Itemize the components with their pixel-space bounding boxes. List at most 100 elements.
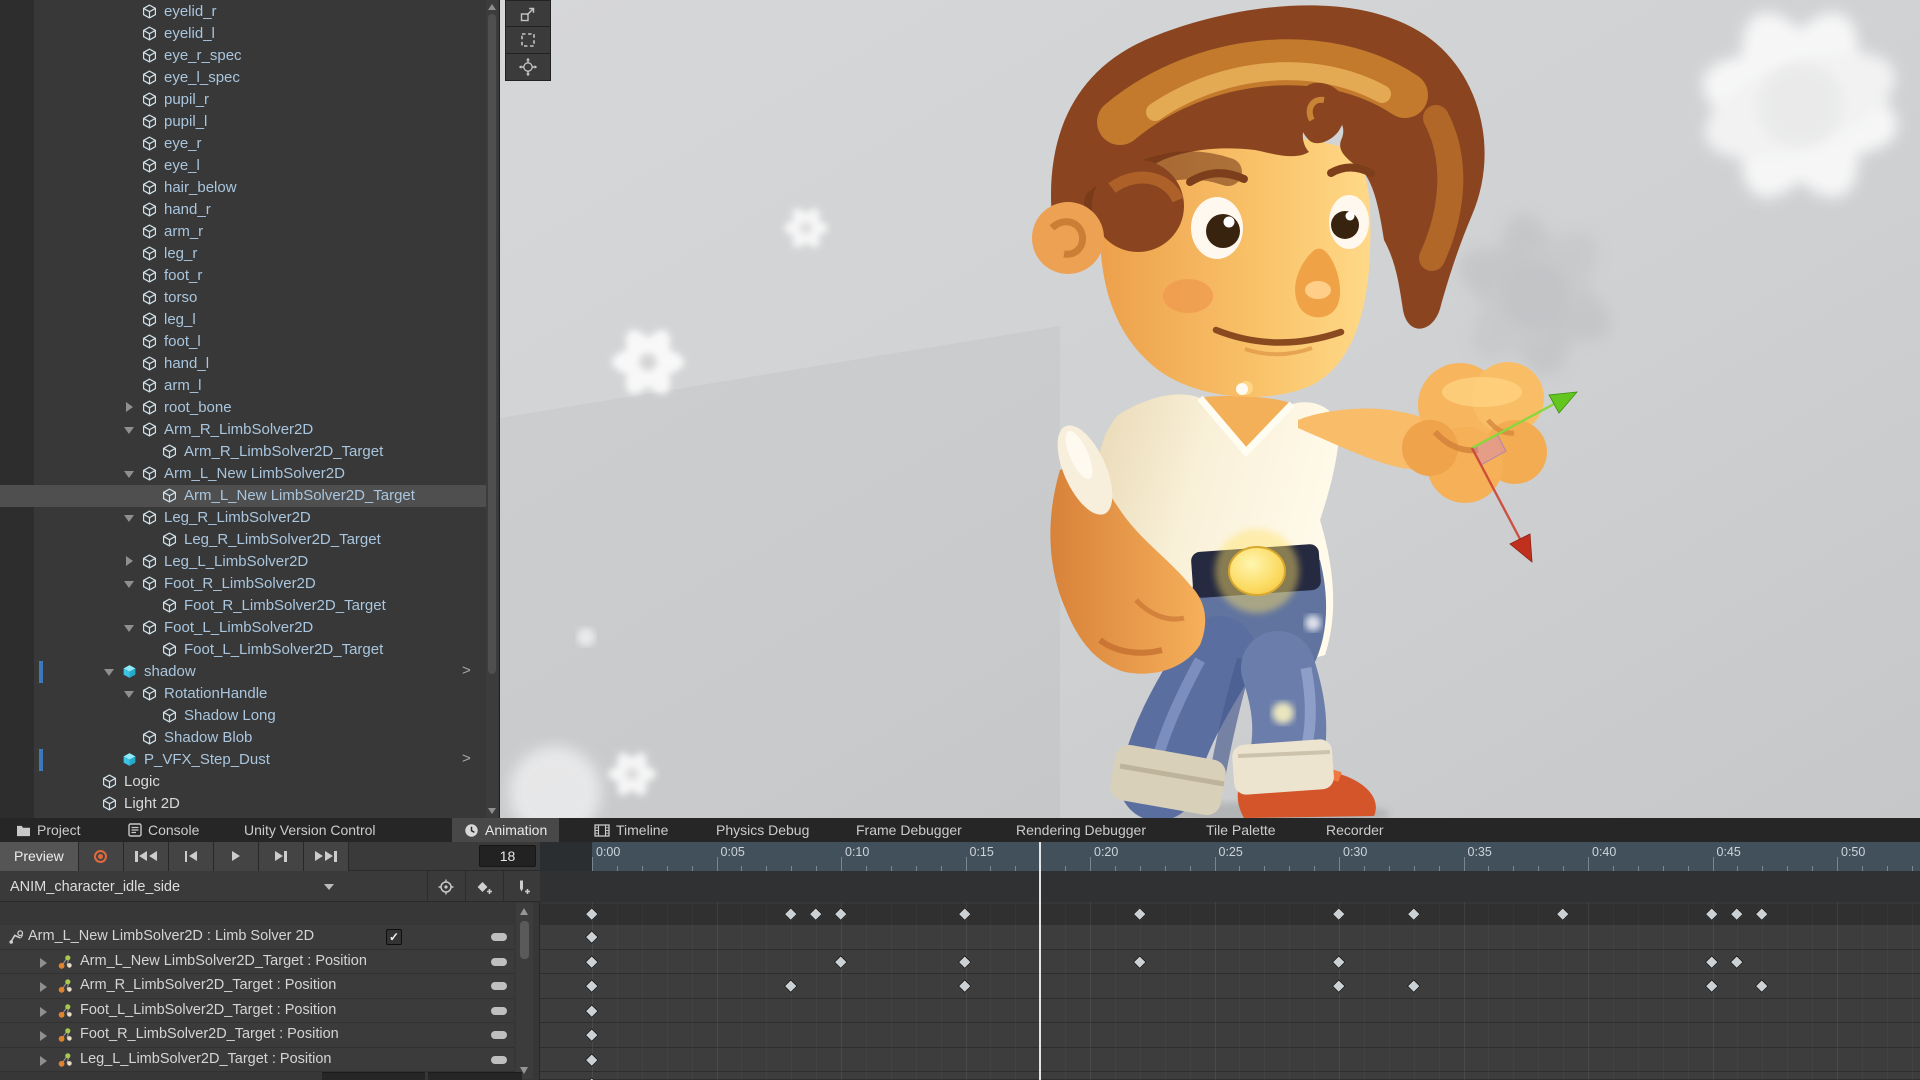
foldout-arrow-icon[interactable] <box>40 982 47 992</box>
hierarchy-item-foot-l[interactable]: foot_l <box>0 331 488 353</box>
hierarchy-item-shadow-blob[interactable]: Shadow Blob <box>0 727 488 749</box>
expand-arrow-icon[interactable] <box>124 515 134 522</box>
hierarchy-item-arm-l-new-limbsolver2d[interactable]: Arm_L_New LimbSolver2D <box>0 463 488 485</box>
hierarchy-item-foot-r-limbsolver2d-target[interactable]: Foot_R_LimbSolver2D_Target <box>0 595 488 617</box>
hierarchy-item-shadow-long[interactable]: Shadow Long <box>0 705 488 727</box>
hierarchy-item-logic[interactable]: Logic <box>0 771 488 793</box>
add-event-button[interactable] <box>503 871 540 902</box>
tab-recorder[interactable]: Recorder <box>1314 818 1396 842</box>
pan-view-tool-button[interactable] <box>505 54 551 81</box>
record-button[interactable] <box>78 841 124 871</box>
hierarchy-item-shadow[interactable]: shadow > <box>0 661 488 683</box>
hierarchy-item-foot-l-limbsolver2d[interactable]: Foot_L_LimbSolver2D <box>0 617 488 639</box>
expand-arrow-icon[interactable] <box>104 669 114 676</box>
preview-button[interactable]: Preview <box>0 841 79 871</box>
play-button[interactable] <box>213 841 259 871</box>
hierarchy-item-leg-l[interactable]: leg_l <box>0 309 488 331</box>
expand-arrow-icon[interactable] <box>124 691 134 698</box>
maximize-view-tool-button[interactable] <box>505 0 551 27</box>
property-row-1[interactable]: Arm_L_New LimbSolver2D : Limb Solver 2D ✓ <box>0 925 514 950</box>
scroll-up-icon[interactable] <box>520 908 528 915</box>
hierarchy-item-eye-r-spec[interactable]: eye_r_spec <box>0 45 488 67</box>
tab-timeline[interactable]: Timeline <box>582 818 680 842</box>
foldout-arrow-icon[interactable] <box>40 1031 47 1041</box>
next-keyframe-button[interactable] <box>258 841 304 871</box>
hierarchy-item-foot-r-limbsolver2d[interactable]: Foot_R_LimbSolver2D <box>0 573 488 595</box>
hierarchy-item-torso[interactable]: torso <box>0 287 488 309</box>
property-enabled-checkbox[interactable]: ✓ <box>386 929 402 945</box>
add-keyframe-button[interactable] <box>465 871 502 902</box>
hierarchy-item-leg-r-limbsolver2d[interactable]: Leg_R_LimbSolver2D <box>0 507 488 529</box>
tab-console[interactable]: Console <box>116 818 211 842</box>
current-frame-field[interactable]: 18 <box>479 845 536 867</box>
chevron-right-icon[interactable]: > <box>462 750 471 767</box>
keyframe-context-button[interactable] <box>491 957 507 966</box>
hierarchy-item-pupil-l[interactable]: pupil_l <box>0 111 488 133</box>
tab-animation[interactable]: Animation <box>452 818 560 842</box>
hierarchy-item-arm-r[interactable]: arm_r <box>0 221 488 243</box>
hierarchy-item-hand-r[interactable]: hand_r <box>0 199 488 221</box>
skip-to-end-button[interactable] <box>303 841 349 871</box>
skip-to-start-button[interactable] <box>123 841 169 871</box>
tab-rendering-debugger[interactable]: Rendering Debugger <box>1004 818 1158 842</box>
playhead[interactable] <box>1039 842 1041 1080</box>
hierarchy-item-arm-r-limbsolver2d-target[interactable]: Arm_R_LimbSolver2D_Target <box>0 441 488 463</box>
keyframe-context-button[interactable] <box>491 982 507 990</box>
property-row-6[interactable]: Leg_L_LimbSolver2D_Target : Position <box>0 1047 514 1072</box>
property-row-5[interactable]: Foot_R_LimbSolver2D_Target : Position <box>0 1023 514 1048</box>
property-row-2[interactable]: Arm_L_New LimbSolver2D_Target : Position <box>0 949 514 974</box>
hierarchy-item-pupil-r[interactable]: pupil_r <box>0 89 488 111</box>
hierarchy-item-hair-below[interactable]: hair_below <box>0 177 488 199</box>
foldout-arrow-icon[interactable] <box>40 1055 47 1066</box>
hierarchy-item-leg-l-limbsolver2d[interactable]: Leg_L_LimbSolver2D <box>0 551 488 573</box>
keyframe-context-button[interactable] <box>491 1006 507 1015</box>
hierarchy-item-light-2d[interactable]: Light 2D <box>0 793 488 815</box>
collapse-arrow-icon[interactable] <box>126 402 133 412</box>
hierarchy-item-eyelid-r[interactable]: eyelid_r <box>0 1 488 23</box>
scrollbar-thumb[interactable] <box>488 14 496 674</box>
keyframe-context-button[interactable] <box>491 1055 507 1064</box>
scroll-down-icon[interactable] <box>488 808 496 814</box>
expand-arrow-icon[interactable] <box>124 471 134 478</box>
hierarchy-item-eye-l-spec[interactable]: eye_l_spec <box>0 67 488 89</box>
hierarchy-item-arm-l[interactable]: arm_l <box>0 375 488 397</box>
expand-arrow-icon[interactable] <box>124 427 134 434</box>
tab-physics-debug[interactable]: Physics Debug <box>704 818 821 842</box>
scene-view[interactable] <box>500 0 1920 818</box>
chevron-right-icon[interactable]: > <box>462 662 471 679</box>
tab-tile-palette[interactable]: Tile Palette <box>1194 818 1288 842</box>
hierarchy-item-leg-r[interactable]: leg_r <box>0 243 488 265</box>
keyframe-context-button[interactable] <box>491 933 507 941</box>
hierarchy-item-foot-r[interactable]: foot_r <box>0 265 488 287</box>
foldout-arrow-icon[interactable] <box>40 1006 47 1017</box>
previous-keyframe-button[interactable] <box>168 841 214 871</box>
properties-scrollbar[interactable] <box>516 903 533 1079</box>
hierarchy-item-eye-l[interactable]: eye_l <box>0 155 488 177</box>
tab-unity-version-control[interactable]: Unity Version Control <box>232 818 388 842</box>
collapse-arrow-icon[interactable] <box>126 556 133 566</box>
keyframe-context-button[interactable] <box>491 1031 507 1039</box>
foldout-arrow-icon[interactable] <box>40 957 47 968</box>
hierarchy-item-root-bone[interactable]: root_bone <box>0 397 488 419</box>
animation-clip-dropdown[interactable]: ANIM_character_idle_side <box>0 871 346 902</box>
hierarchy-item-leg-r-limbsolver2d-target[interactable]: Leg_R_LimbSolver2D_Target <box>0 529 488 551</box>
timeline-ruler[interactable]: 0:00 0:05 0:10 0:15 0:20 0:25 0:30 0:35 0:40 0:45… <box>540 842 1920 871</box>
hierarchy-item-eyelid-l[interactable]: eyelid_l <box>0 23 488 45</box>
hierarchy-item-arm-l-new-limbsolver2d-target[interactable]: Arm_L_New LimbSolver2D_Target <box>0 485 488 507</box>
hierarchy-item-p-vfx-step-dust[interactable]: P_VFX_Step_Dust > <box>0 749 488 771</box>
property-row-3[interactable]: Arm_R_LimbSolver2D_Target : Position <box>0 974 514 999</box>
hierarchy-item-hand-l[interactable]: hand_l <box>0 353 488 375</box>
rect-selection-tool-button[interactable] <box>505 27 551 54</box>
hierarchy-item-foot-l-limbsolver2d-target[interactable]: Foot_L_LimbSolver2D_Target <box>0 639 488 661</box>
scrollbar-thumb[interactable] <box>520 921 529 959</box>
hierarchy-item-eye-r[interactable]: eye_r <box>0 133 488 155</box>
curves-toggle-button[interactable] <box>428 1072 522 1080</box>
expand-arrow-icon[interactable] <box>124 581 134 588</box>
property-row-4[interactable]: Foot_L_LimbSolver2D_Target : Position <box>0 998 514 1023</box>
tab-project[interactable]: Project <box>4 818 93 842</box>
scroll-up-icon[interactable] <box>488 4 496 10</box>
filter-by-selection-button[interactable] <box>427 871 464 902</box>
tab-frame-debugger[interactable]: Frame Debugger <box>844 818 974 842</box>
hierarchy-item-rotationhandle[interactable]: RotationHandle <box>0 683 488 705</box>
hierarchy-item-arm-r-limbsolver2d[interactable]: Arm_R_LimbSolver2D <box>0 419 488 441</box>
